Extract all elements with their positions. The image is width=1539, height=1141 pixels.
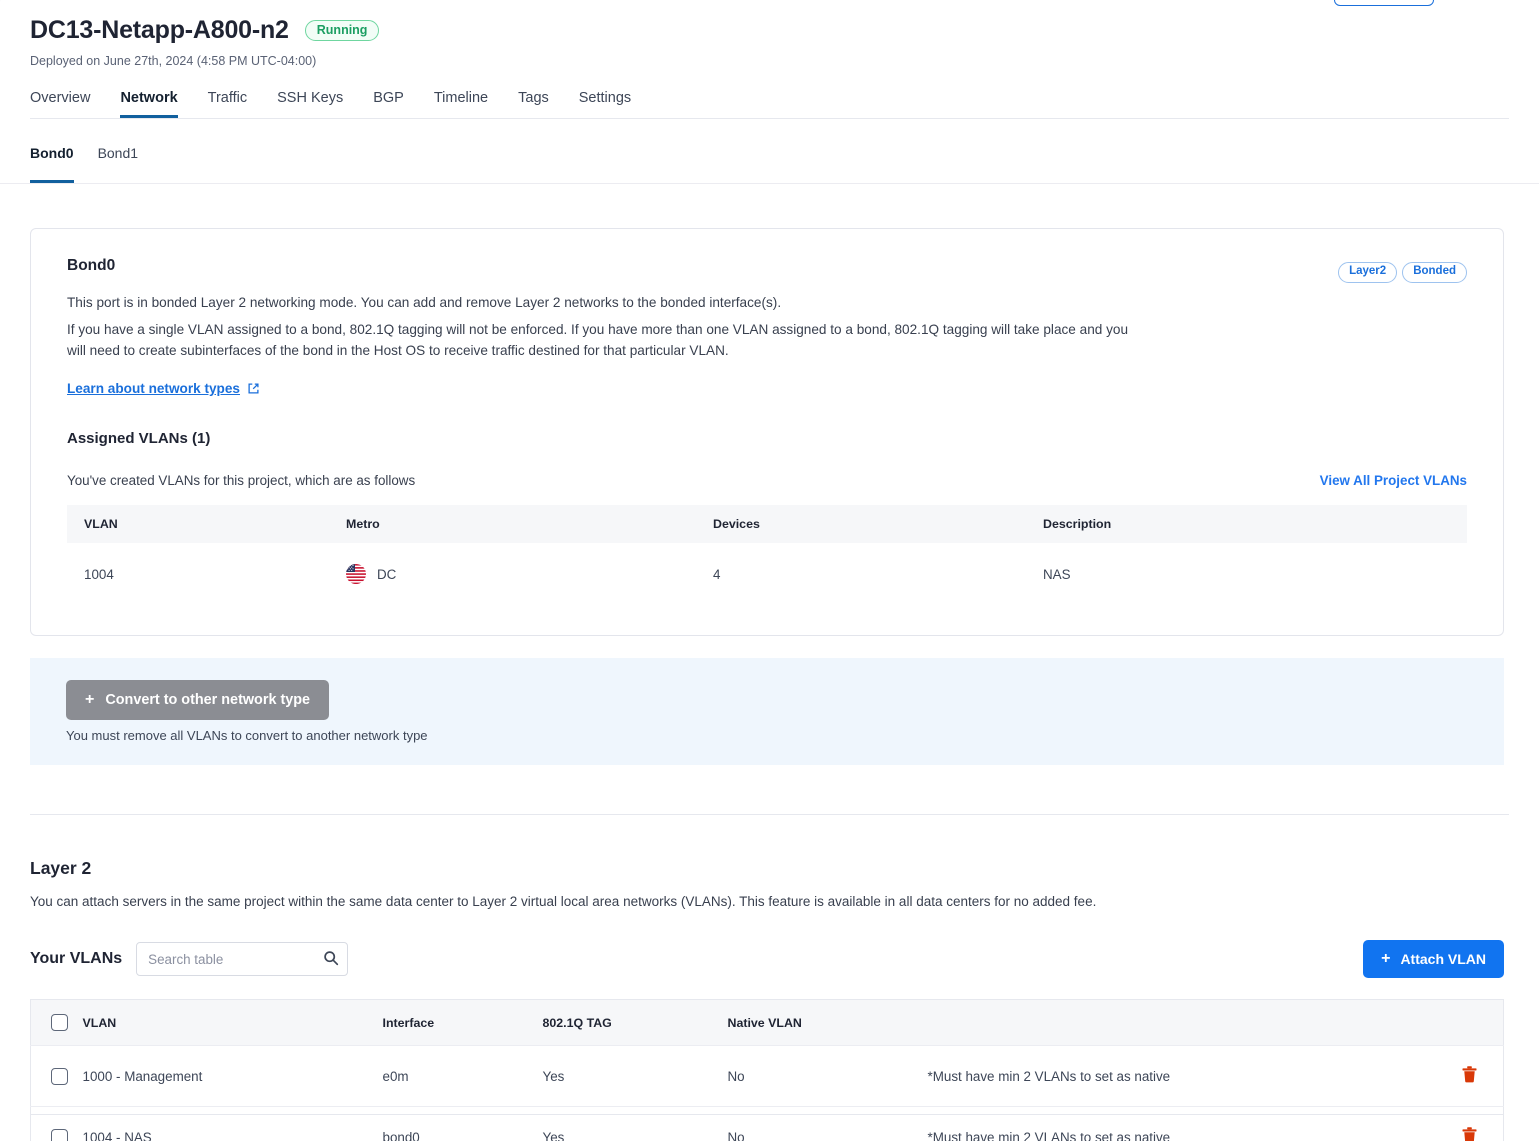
cell-native-vlan: No: [727, 1106, 928, 1141]
tab-bgp[interactable]: BGP: [373, 90, 404, 118]
cell-native-note: *Must have min 2 VLANs to set as native: [927, 1045, 1434, 1107]
layer2-toolbar: Your VLANs + Attach VLAN: [30, 940, 1504, 979]
tab-timeline[interactable]: Timeline: [434, 90, 488, 118]
bond0-paragraph-2: If you have a single VLAN assigned to a …: [67, 322, 1129, 359]
badge-layer2: Layer2: [1338, 262, 1398, 283]
tab-ssh-keys[interactable]: SSH Keys: [277, 90, 343, 118]
us-flag-icon: [346, 564, 366, 585]
search-input[interactable]: [136, 942, 349, 977]
plus-icon: +: [1381, 950, 1391, 968]
convert-to-other-network-type-button[interactable]: + Convert to other network type: [66, 680, 330, 721]
device-network-page: DC13-Netapp-A800-n2 Running Deployed on …: [0, 0, 1539, 1141]
your-vlans-header-row: VLAN Interface 802.1Q TAG Native VLAN: [30, 999, 1504, 1046]
title-row: DC13-Netapp-A800-n2 Running: [30, 16, 1509, 45]
cell-metro: DC: [346, 564, 696, 585]
search-table-wrapper: [136, 942, 349, 977]
cell-devices: 4: [696, 543, 1026, 606]
cell-vlan: 1004: [67, 543, 329, 606]
attach-vlan-label: Attach VLAN: [1400, 951, 1486, 968]
subtab-bond1[interactable]: Bond1: [98, 145, 138, 183]
tab-network[interactable]: Network: [120, 90, 177, 118]
col-header-interface: Interface: [382, 999, 543, 1046]
assigned-vlans-subheader: You've created VLANs for this project, w…: [67, 473, 1467, 488]
col-header-metro: Metro: [329, 505, 696, 544]
cell-interface: e0m: [382, 1045, 543, 1107]
delete-icon[interactable]: [1462, 1066, 1477, 1083]
delete-icon[interactable]: [1462, 1127, 1477, 1141]
bond-subtabs: Bond0 Bond1: [0, 145, 1539, 184]
col-header-8021q-tag: 802.1Q TAG: [542, 999, 728, 1046]
assigned-vlans-title: Assigned VLANs (1): [67, 430, 211, 448]
your-vlans-table: VLAN Interface 802.1Q TAG Native VLAN 10…: [30, 999, 1504, 1141]
table-row: 1004 - NAS bond0 Yes No *Must have min 2…: [30, 1106, 1504, 1141]
bond0-badges: Layer2 Bonded: [1338, 262, 1467, 283]
tab-overview[interactable]: Overview: [30, 90, 90, 118]
your-vlans-label: Your VLANs: [30, 950, 123, 968]
cell-8021q-tag: Yes: [542, 1106, 728, 1141]
convert-network-type-banner: + Convert to other network type You must…: [30, 658, 1504, 766]
bond0-card: Bond0 Layer2 Bonded This port is in bond…: [30, 228, 1504, 637]
convert-disabled-note: You must remove all VLANs to convert to …: [66, 728, 428, 744]
row-checkbox[interactable]: [51, 1128, 68, 1141]
subtab-bond0[interactable]: Bond0: [30, 145, 74, 183]
col-header-actions: [1433, 999, 1504, 1046]
section-divider: [30, 814, 1509, 816]
layer2-title: Layer 2: [30, 858, 92, 879]
row-checkbox[interactable]: [51, 1067, 68, 1085]
cell-metro-label: DC: [377, 566, 397, 582]
top-container-edge: [0, 0, 1539, 6]
attach-vlan-button[interactable]: + Attach VLAN: [1363, 940, 1504, 979]
convert-button-label: Convert to other network type: [105, 692, 311, 709]
assigned-vlans-table: VLAN Metro Devices Description 1004 DC 4…: [67, 505, 1467, 606]
cell-vlan: 1004 - NAS: [82, 1106, 383, 1141]
cell-native-note: *Must have min 2 VLANs to set as native: [927, 1106, 1434, 1141]
primary-tabs: Overview Network Traffic SSH Keys BGP Ti…: [30, 90, 1509, 119]
view-all-project-vlans-link[interactable]: View All Project VLANs: [1320, 473, 1467, 488]
search-icon[interactable]: [323, 950, 339, 966]
table-bottom-edge: [30, 1114, 1504, 1115]
layer2-section: Layer 2 You can attach servers in the sa…: [0, 858, 1539, 1141]
partial-top-right-button[interactable]: [1334, 0, 1434, 6]
table-row: 1000 - Management e0m Yes No *Must have …: [30, 1045, 1504, 1107]
cell-description: NAS: [1026, 543, 1467, 606]
col-header-note: [927, 999, 1434, 1046]
col-header-native-vlan: Native VLAN: [727, 999, 928, 1046]
cell-8021q-tag: Yes: [542, 1045, 728, 1107]
col-header-vlan: VLAN: [67, 505, 329, 544]
bond0-paragraph-1: This port is in bonded Layer 2 networkin…: [67, 295, 782, 310]
deployed-timestamp: Deployed on June 27th, 2024 (4:58 PM UTC…: [30, 54, 317, 68]
badge-bonded: Bonded: [1402, 262, 1467, 283]
page-title: DC13-Netapp-A800-n2: [30, 16, 289, 44]
learn-about-network-types-link[interactable]: Learn about network types: [67, 381, 260, 396]
col-header-description: Description: [1026, 505, 1467, 544]
plus-icon: +: [85, 691, 95, 709]
assigned-vlans-header-row: VLAN Metro Devices Description: [67, 505, 1467, 544]
select-all-checkbox[interactable]: [51, 1014, 68, 1032]
status-badge: Running: [304, 19, 380, 42]
bond0-card-title: Bond0: [67, 257, 116, 274]
table-row: 1004 DC 4 NAS: [67, 543, 1467, 606]
tab-tags[interactable]: Tags: [518, 90, 549, 118]
learn-link-label: Learn about network types: [67, 381, 240, 397]
tab-settings[interactable]: Settings: [579, 90, 631, 118]
layer2-toolbar-left: Your VLANs: [30, 942, 349, 977]
cell-vlan: 1000 - Management: [82, 1045, 383, 1107]
col-header-vlan: VLAN: [82, 999, 383, 1046]
cell-native-vlan: No: [727, 1045, 928, 1107]
layer2-description: You can attach servers in the same proje…: [30, 894, 1097, 910]
assigned-vlans-note: You've created VLANs for this project, w…: [67, 473, 416, 489]
tab-traffic[interactable]: Traffic: [208, 90, 247, 118]
cell-interface: bond0: [382, 1106, 543, 1141]
col-header-devices: Devices: [696, 505, 1026, 544]
external-link-icon: [247, 382, 260, 395]
page-header: DC13-Netapp-A800-n2 Running Deployed on …: [0, 0, 1539, 119]
